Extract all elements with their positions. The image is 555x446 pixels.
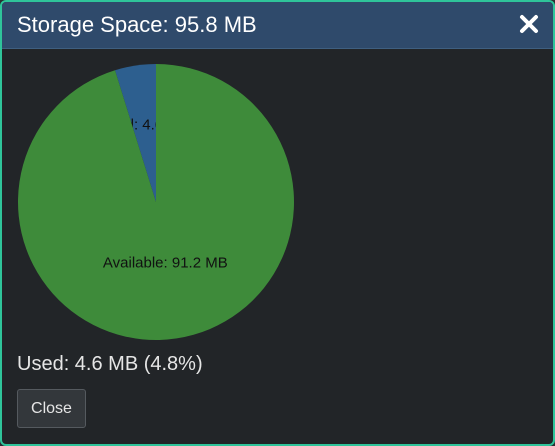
dialog-titlebar: Storage Space: 95.8 MB: [2, 2, 553, 49]
close-button[interactable]: Close: [17, 389, 86, 428]
used-summary: Used: 4.6 MB (4.8%): [17, 353, 203, 375]
pie-slice-available[interactable]: [17, 64, 294, 340]
pie-label-available: Available: 91.2 MB: [103, 254, 228, 271]
storage-dialog: Storage Space: 95.8 MB Used: 4.6 MB Avail…: [0, 0, 555, 446]
dialog-title: Storage Space: 95.8 MB: [17, 12, 257, 37]
close-icon[interactable]: [517, 12, 541, 36]
storage-pie-chart: Used: 4.6 MBAvailable: 91.2 MB: [17, 64, 294, 340]
